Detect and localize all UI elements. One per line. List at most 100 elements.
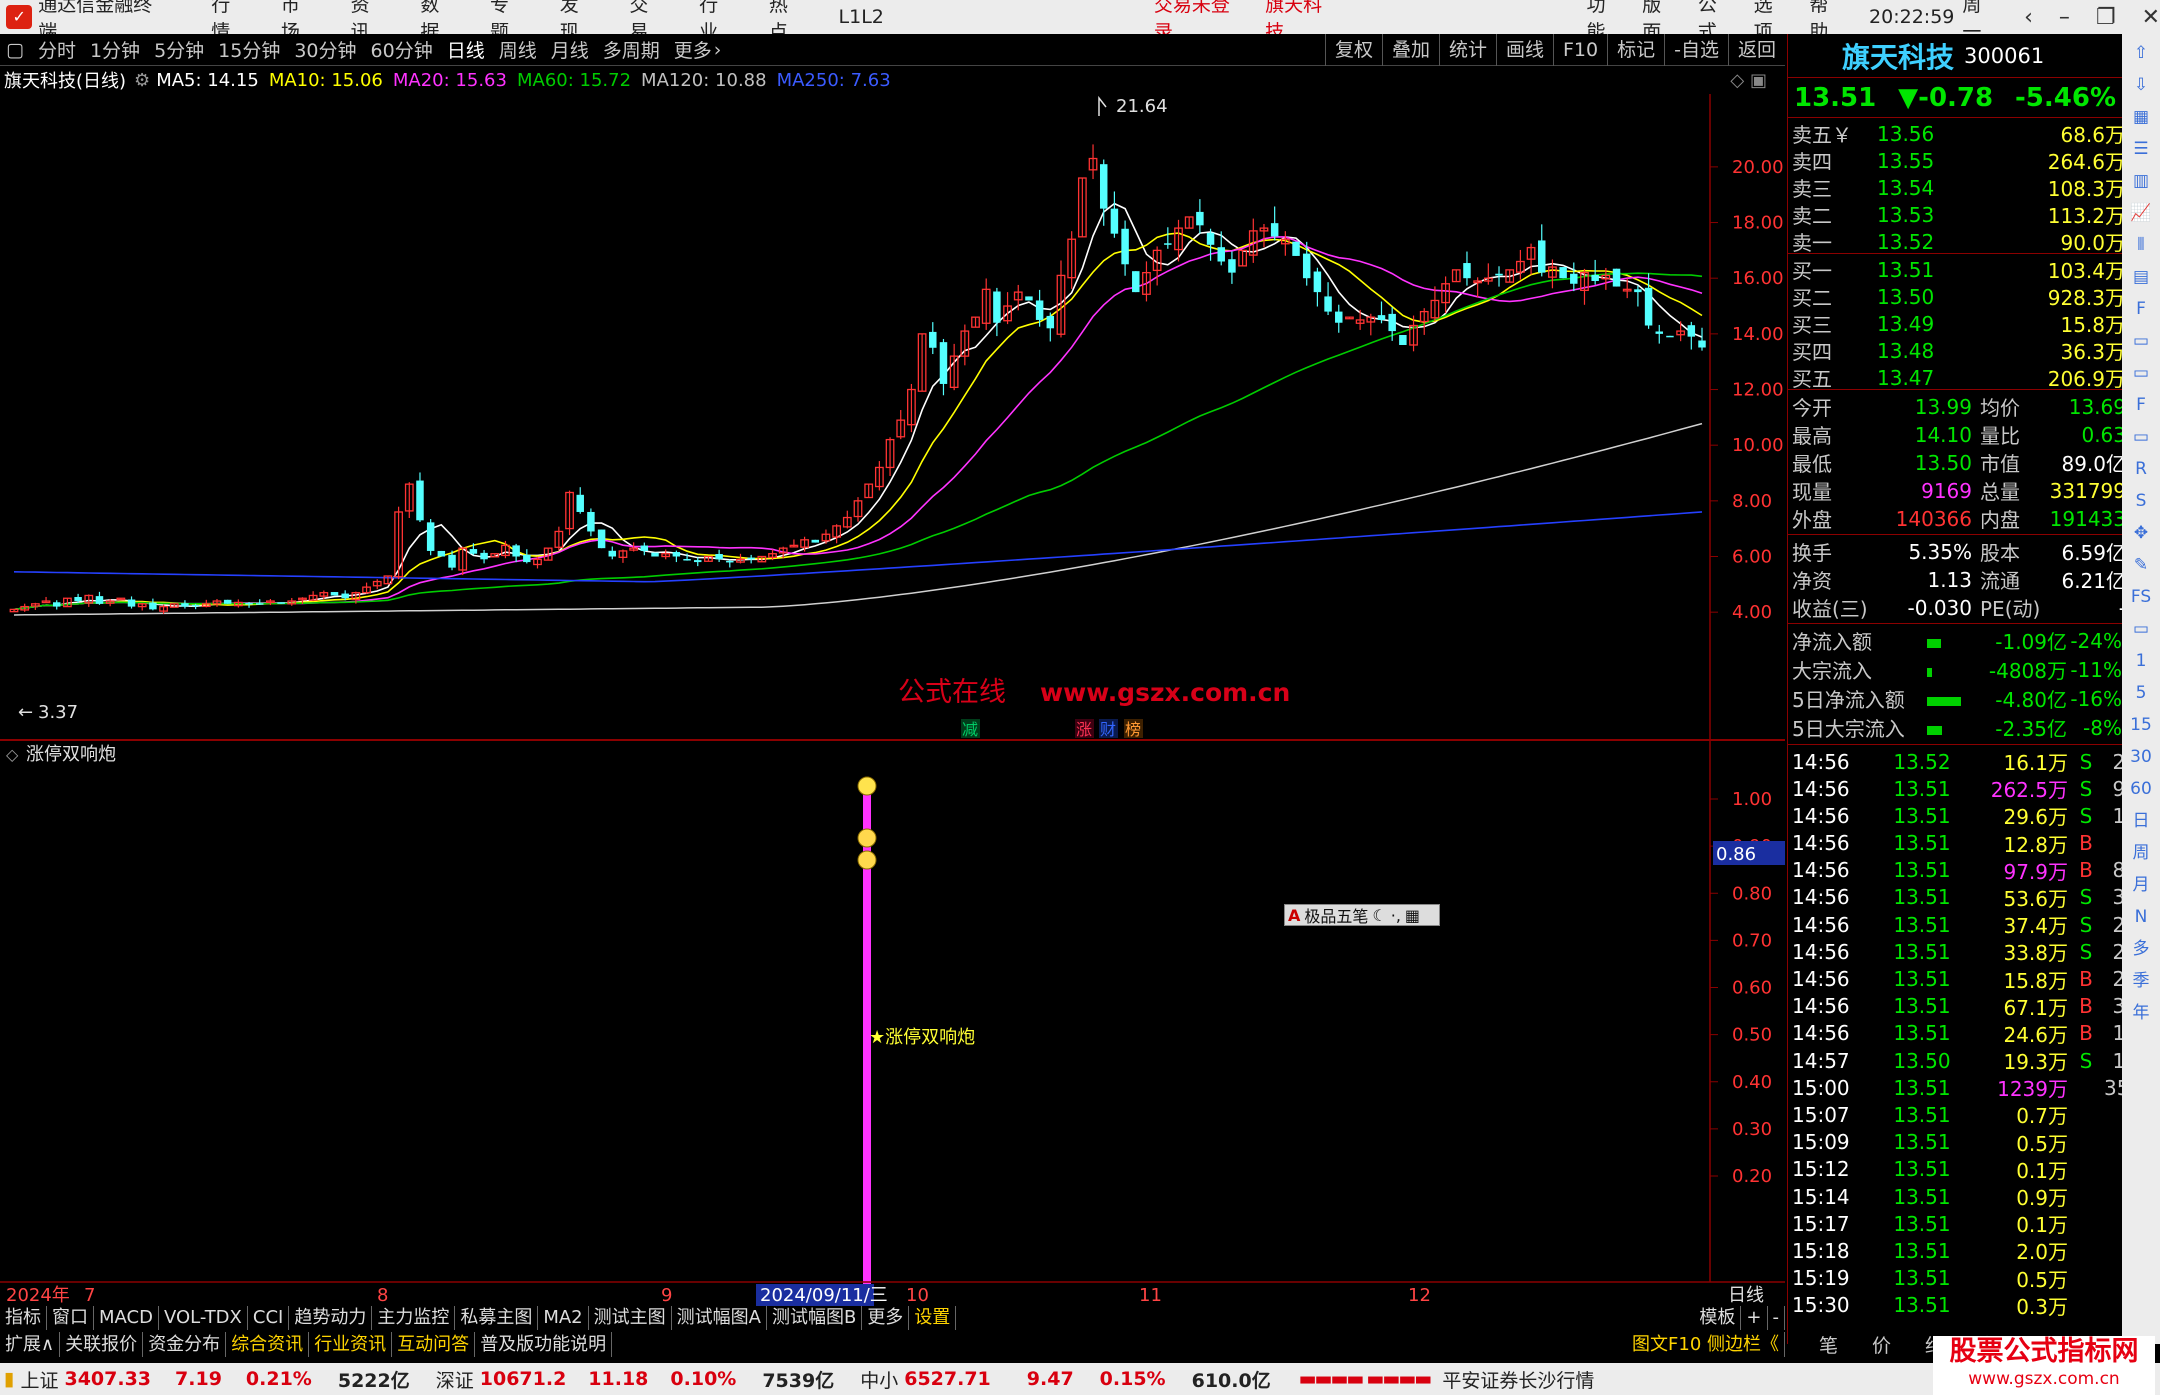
tab-macd[interactable]: MACD <box>94 1306 159 1330</box>
tick-row[interactable]: 14:5613.5112.8万B8 <box>1788 829 2138 857</box>
menu-item-l1l2[interactable]: L1L2 <box>839 6 884 28</box>
status-menu-icon[interactable]: ▮ <box>4 1368 14 1390</box>
tab-test-main[interactable]: 测试主图 <box>589 1306 672 1330</box>
back-arrow-icon[interactable]: ‹ <box>2024 5 2033 30</box>
side-period-月[interactable]: 月 <box>2127 872 2155 898</box>
side-period-N[interactable]: N <box>2127 904 2155 930</box>
ask-row[interactable]: 卖一 13.52 90.0万 <box>1788 227 2125 255</box>
bid-row[interactable]: 买五 13.47 206.9万 <box>1788 363 2125 391</box>
restore-icon[interactable]: ❐ <box>2096 5 2116 30</box>
side-period-年[interactable]: 年 <box>2127 1000 2155 1026</box>
tool-back[interactable]: 返回 <box>1727 34 1785 66</box>
tab-cci[interactable]: CCI <box>248 1306 290 1330</box>
minimize-icon[interactable]: – <box>2059 5 2070 30</box>
side-pen-icon[interactable]: ✎ <box>2127 552 2155 578</box>
tick-row[interactable]: 14:5613.5129.6万S14 <box>1788 801 2138 830</box>
tab-remove[interactable]: - <box>1768 1306 1785 1330</box>
settings-gear-icon[interactable]: ⚙ <box>134 70 150 91</box>
side-doc-icon[interactable]: ▭ <box>2127 616 2155 642</box>
ime-dot-icon[interactable]: ·, <box>1391 906 1401 925</box>
tab-help-basic[interactable]: 普及版功能说明 <box>475 1332 613 1357</box>
tab-ma2[interactable]: MA2 <box>538 1306 589 1330</box>
indicator-collapse-icon[interactable]: ◇ <box>6 745 19 764</box>
bid-row[interactable]: 买二 13.50 928.3万 <box>1788 282 2125 311</box>
tick-row[interactable]: 14:5613.5115.8万B20 <box>1788 965 2138 993</box>
ime-moon-icon[interactable]: ☾ <box>1372 906 1386 925</box>
marker-finance[interactable]: 财 <box>1100 720 1116 739</box>
side-candles-icon[interactable]: ⫴ <box>2127 232 2155 258</box>
period-5min[interactable]: 5分钟 <box>154 36 204 63</box>
tab-expand[interactable]: 扩展∧ <box>0 1332 61 1357</box>
tick-row[interactable]: 15:0013.511239万356 <box>1788 1073 2142 1102</box>
side-doc-icon[interactable]: ▭ <box>2127 328 2155 354</box>
tab-more[interactable]: 更多 <box>862 1306 910 1330</box>
side-arrow-up-icon[interactable]: ⇧ <box>2127 40 2155 66</box>
tab-template[interactable]: 模板 <box>1694 1306 1742 1330</box>
tab-private-main[interactable]: 私募主图 <box>455 1306 539 1330</box>
tab-trades[interactable]: 笔 <box>1819 1331 1838 1358</box>
ime-keyboard-icon[interactable]: ▦ <box>1405 906 1420 925</box>
tab-price[interactable]: 价 <box>1872 1331 1891 1358</box>
tick-row[interactable]: 15:1213.510.1万1 <box>1788 1155 2138 1183</box>
side-move-icon[interactable]: ✥ <box>2127 520 2155 546</box>
ime-toolbar[interactable]: A 极品五笔 ☾ ·, ▦ <box>1284 904 1440 926</box>
index-sz-name[interactable]: 深证 <box>436 1366 474 1393</box>
tool-stats[interactable]: 统计 <box>1438 34 1496 66</box>
side-list-icon[interactable]: ☰ <box>2127 136 2155 162</box>
side-period-周[interactable]: 周 <box>2127 840 2155 866</box>
close-icon[interactable]: ✕ <box>2142 5 2160 30</box>
ask-row[interactable]: 卖四 13.55 264.6万 <box>1788 146 2125 175</box>
bid-row[interactable]: 买三 13.49 15.8万 <box>1788 309 2125 338</box>
side-f-icon[interactable]: F <box>2127 392 2155 418</box>
period-more[interactable]: 更多 <box>674 36 712 63</box>
period-15min[interactable]: 15分钟 <box>218 36 280 63</box>
side-period-日[interactable]: 日 <box>2127 808 2155 834</box>
side-arrow-down-icon[interactable]: ⇩ <box>2127 72 2155 98</box>
period-1min[interactable]: 1分钟 <box>90 36 140 63</box>
tick-row[interactable]: 14:5613.5124.6万B16 <box>1788 1019 2138 1047</box>
bid-row[interactable]: 买四 13.48 36.3万 <box>1788 336 2125 365</box>
tick-row[interactable]: 14:5613.5153.6万S34 <box>1788 883 2138 911</box>
tool-f10[interactable]: F10 <box>1553 34 1607 66</box>
side-period-30[interactable]: 30 <box>2127 744 2155 770</box>
index-sme-name[interactable]: 中小 <box>860 1366 898 1393</box>
period-daily[interactable]: 日线 <box>447 36 485 63</box>
ask-row[interactable]: 卖三 13.54 108.3万 <box>1788 173 2125 202</box>
tab-indicator[interactable]: 指标 <box>0 1306 47 1330</box>
side-grid-icon[interactable]: ▦ <box>2127 104 2155 130</box>
index-sh-name[interactable]: 上证 <box>20 1366 58 1393</box>
tool-mark[interactable]: 标记 <box>1607 34 1664 66</box>
side-s-icon[interactable]: S <box>2127 488 2155 514</box>
tick-row[interactable]: 15:1713.510.1万1 <box>1788 1209 2138 1238</box>
marker-rank[interactable]: 榜 <box>1125 720 1141 739</box>
tab-trend-power[interactable]: 趋势动力 <box>289 1306 373 1330</box>
ask-row[interactable]: 卖五￥ 13.56 68.6万 <box>1788 119 2125 148</box>
tab-fund-distribution[interactable]: 资金分布 <box>143 1332 227 1357</box>
period-60min[interactable]: 60分钟 <box>371 36 433 63</box>
collapse-icon[interactable]: ▢ <box>6 39 24 61</box>
tool-draw[interactable]: 画线 <box>1495 34 1553 66</box>
tick-row[interactable]: 14:5613.51262.5万S96 <box>1788 774 2138 803</box>
tab-window[interactable]: 窗口 <box>47 1306 94 1330</box>
kline-chart[interactable]: 20.00 18.00 16.00 14.00 12.00 10.00 8.00 6.00 4.… <box>0 94 1785 1306</box>
tick-row[interactable]: 15:3013.510.3万1 <box>1788 1291 2138 1319</box>
chevron-right-icon[interactable]: › <box>714 39 722 61</box>
chart-options-icon[interactable]: ◇ ▣ <box>1730 70 1767 91</box>
side-period-季[interactable]: 季 <box>2127 968 2155 994</box>
tab-main-monitor[interactable]: 主力监控 <box>372 1306 456 1330</box>
side-period-多[interactable]: 多 <box>2127 936 2155 962</box>
tick-row[interactable]: 15:1913.510.5万1 <box>1788 1264 2138 1292</box>
tick-list[interactable]: 14:5613.5216.1万S2114:5613.51262.5万S9614:… <box>1788 745 2142 1319</box>
side-doc-icon[interactable]: ▭ <box>2127 424 2155 450</box>
side-f10-icon[interactable]: F <box>2127 296 2155 322</box>
bid-row[interactable]: 买一 13.51 103.4万 <box>1788 255 2125 284</box>
period-intraday[interactable]: 分时 <box>38 36 76 63</box>
side-bars-icon[interactable]: ▥ <box>2127 168 2155 194</box>
tab-test-a[interactable]: 测试幅图A <box>672 1306 767 1330</box>
tick-row[interactable]: 15:0913.510.5万2 <box>1788 1128 2138 1156</box>
ask-row[interactable]: 卖二 13.53 113.2万 <box>1788 200 2125 229</box>
tab-test-b[interactable]: 测试幅图B <box>767 1306 863 1330</box>
tool-overlay[interactable]: 叠加 <box>1381 34 1439 66</box>
tick-row[interactable]: 14:5613.5197.9万B85 <box>1788 856 2138 884</box>
marker-reduce[interactable]: 减 <box>962 720 978 739</box>
